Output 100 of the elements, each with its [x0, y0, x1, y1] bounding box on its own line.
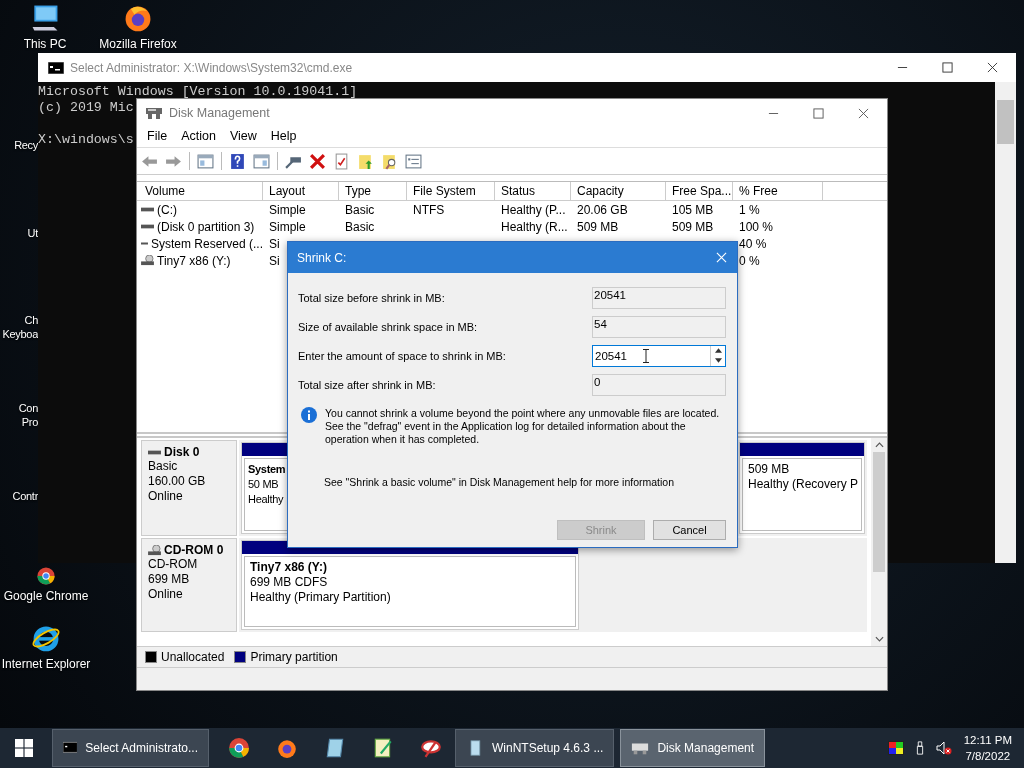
table-cell: Simple: [269, 219, 306, 234]
scroll-down-icon[interactable]: [874, 636, 884, 642]
field-label: Size of available shrink space in MB:: [298, 320, 478, 333]
taskbar-button[interactable]: WinNTSetup 4.6.3 ...: [455, 729, 615, 767]
column-header[interactable]: Status: [495, 182, 571, 200]
spin-up-icon[interactable]: [714, 348, 722, 353]
menu-item[interactable]: Help: [270, 129, 297, 143]
table-cell: Simple: [269, 202, 306, 217]
help-icon[interactable]: [229, 152, 246, 170]
close-icon[interactable]: [987, 62, 998, 73]
partition-block[interactable]: 509 MB Healthy (Recovery P: [739, 442, 865, 534]
color-display-icon[interactable]: [887, 741, 904, 755]
maximize-icon[interactable]: [942, 62, 953, 73]
column-header[interactable]: Type: [339, 182, 407, 200]
read-only-field: 0: [592, 373, 726, 396]
field-label: Total size before shrink in MB:: [298, 291, 445, 304]
console-line: (c) 2019 Mic: [38, 100, 134, 116]
taskbar-button[interactable]: Disk Management: [620, 729, 766, 767]
spin-field[interactable]: 20541: [592, 344, 726, 367]
icon-label[interactable]: Keyboa: [2, 327, 38, 341]
info-text: You cannot shrink a volume beyond the point where any unmovable files are located. See the "defrag" event in the Application log for detailed information about the operation when it has completed.: [325, 407, 721, 446]
table-cell: 1 %: [739, 202, 760, 217]
taskbar-button[interactable]: Select Administrato...: [52, 729, 209, 767]
windows-start-icon[interactable]: [15, 739, 33, 757]
muted-speaker-icon[interactable]: [935, 741, 952, 755]
dialog-button[interactable]: Cancel: [653, 520, 726, 540]
disk-detail: CD-ROM: [148, 557, 199, 572]
scrollbar[interactable]: [871, 438, 887, 646]
chrome-icon[interactable]: [228, 737, 250, 759]
icon-label[interactable]: Pro: [21, 415, 38, 429]
table-cell: 20.06 GB: [577, 202, 628, 217]
scroll-up-icon[interactable]: [874, 442, 884, 448]
field-label: Enter the amount of space to shrink in MB:: [298, 349, 506, 362]
table-cell: 40 %: [739, 236, 767, 251]
folder-search-icon[interactable]: [381, 152, 398, 170]
clock-time[interactable]: 12:11 PM: [963, 732, 1012, 748]
clock-date[interactable]: 7/8/2022: [965, 748, 1011, 764]
cd-drive-icon: [141, 255, 154, 266]
delete-icon[interactable]: [309, 152, 326, 170]
console-line: X:\windows\s: [38, 132, 134, 147]
table-cell: (C:): [157, 202, 177, 217]
disk-info-panel[interactable]: CD-ROM 0 CD-ROM 699 MB Online: [141, 538, 237, 632]
help-text: See "Shrink a basic volume" in Disk Management help for more information: [324, 476, 676, 488]
table-cell: Tiny7 x86 (Y:): [157, 253, 231, 268]
partition-detail: 50 MB: [248, 477, 279, 492]
folder-up-icon[interactable]: [357, 152, 374, 170]
menu-item[interactable]: Action: [181, 129, 216, 143]
table-cell: Healthy (P...: [501, 202, 566, 217]
table-cell: System Reserved (...: [150, 236, 263, 251]
close-icon[interactable]: [858, 107, 869, 119]
table-cell: (Disk 0 partition 3): [157, 219, 255, 234]
scrollbar[interactable]: [995, 82, 1016, 563]
partition-detail: Healthy: [248, 492, 284, 507]
table-cell: Basic: [345, 202, 375, 217]
icon-label[interactable]: Ut: [27, 226, 38, 240]
icon-label[interactable]: This PC: [23, 37, 67, 51]
disk-detail: Online: [148, 587, 184, 602]
column-header[interactable]: % Free: [733, 182, 823, 200]
console-icon: [63, 740, 78, 756]
disk-detail: Basic: [148, 459, 179, 474]
pencil-document-icon[interactable]: [372, 737, 394, 759]
legend-label: Unallocated: [161, 650, 225, 664]
menu-item[interactable]: File: [147, 129, 168, 143]
column-header[interactable]: Free Spa...: [666, 182, 733, 200]
disk-drive-icon: [145, 106, 163, 120]
disk-info-panel[interactable]: Disk 0 Basic 160.00 GB Online: [141, 440, 237, 536]
table-cell: NTFS: [413, 202, 445, 217]
chrome-icon[interactable]: [35, 565, 57, 587]
icon-label[interactable]: Google Chrome: [3, 589, 89, 603]
dialog-title: Shrink C:: [297, 250, 347, 265]
icon-label[interactable]: Con: [18, 401, 38, 415]
icon-label[interactable]: Contr: [12, 489, 38, 503]
table-cell: 509 MB: [672, 219, 714, 234]
icon-label[interactable]: Ch: [24, 313, 38, 327]
column-header[interactable]: File System: [407, 182, 495, 200]
window-title: Select Administrator: X:\Windows\System32\cmd.exe: [70, 60, 354, 75]
menu-item[interactable]: View: [229, 129, 257, 143]
icon-label[interactable]: Internet Explorer: [1, 657, 91, 671]
notepad-icon[interactable]: [324, 737, 346, 759]
column-header[interactable]: Volume: [137, 182, 263, 200]
window-title: Disk Management: [169, 106, 271, 120]
checked-document-icon[interactable]: [333, 152, 350, 170]
table-cell: Si: [269, 253, 280, 268]
disk-detail: Online: [148, 489, 184, 504]
partition-detail: 699 MB CDFS: [250, 575, 328, 590]
maximize-icon[interactable]: [813, 107, 824, 119]
icon-label[interactable]: Mozilla Firefox: [99, 37, 177, 51]
firefox-icon[interactable]: [276, 737, 298, 759]
partition-block[interactable]: Tiny7 x86 (Y:) 699 MB CDFS Healthy (Primary Partition): [241, 540, 579, 630]
icon-label[interactable]: Recy: [14, 138, 38, 152]
table-cell: 100 %: [739, 219, 774, 234]
text-cursor-icon: [643, 348, 649, 363]
legend-label: Primary partition: [250, 650, 338, 664]
properties-icon[interactable]: [405, 152, 422, 170]
column-header[interactable]: Layout: [263, 182, 339, 200]
spin-down-icon[interactable]: [714, 358, 722, 363]
partition-detail: 509 MB: [748, 462, 790, 477]
disk-name: CD-ROM 0: [164, 543, 224, 557]
table-cell: Si: [269, 236, 280, 251]
column-header[interactable]: Capacity: [571, 182, 666, 200]
